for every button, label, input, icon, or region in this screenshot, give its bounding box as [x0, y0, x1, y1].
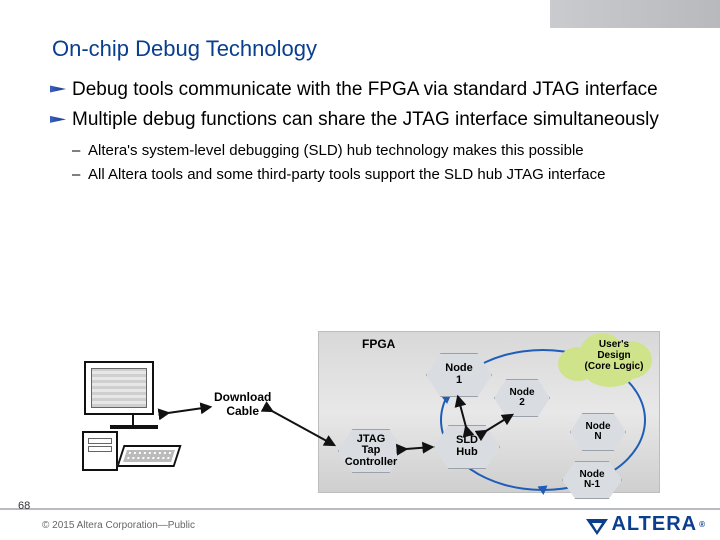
- bullet-2: Multiple debug functions can share the J…: [72, 108, 672, 132]
- sub-bullet-1: Altera's system-level debugging (SLD) hu…: [88, 141, 672, 161]
- download-cable-label: DownloadCable: [214, 391, 271, 419]
- logo-registered: ®: [699, 520, 706, 529]
- page-number: 68: [18, 500, 30, 512]
- footer-divider: [0, 508, 720, 510]
- computer-icon: [84, 361, 154, 415]
- bullet-1: Debug tools communicate with the FPGA vi…: [72, 78, 672, 102]
- copyright: © 2015 Altera Corporation—Public: [42, 520, 195, 531]
- altera-logo: ALTERA ®: [586, 513, 706, 536]
- fpga-label: FPGA: [362, 337, 395, 351]
- sub-bullet-2: All Altera tools and some third-party to…: [88, 165, 672, 185]
- architecture-diagram: DownloadCable FPGA User'sDesign(Core Log…: [60, 335, 670, 505]
- logo-triangle-icon: [586, 519, 608, 535]
- slide-title: On-chip Debug Technology: [52, 36, 317, 62]
- logo-text: ALTERA: [611, 513, 697, 536]
- slide: { "title": "On-chip Debug Technology", "…: [0, 0, 720, 540]
- header-bar: [0, 0, 720, 28]
- user-design-label: User'sDesign(Core Logic): [568, 339, 660, 372]
- sub-bullets: Altera's system-level debugging (SLD) hu…: [72, 141, 672, 186]
- body-content: Debug tools communicate with the FPGA vi…: [72, 78, 672, 189]
